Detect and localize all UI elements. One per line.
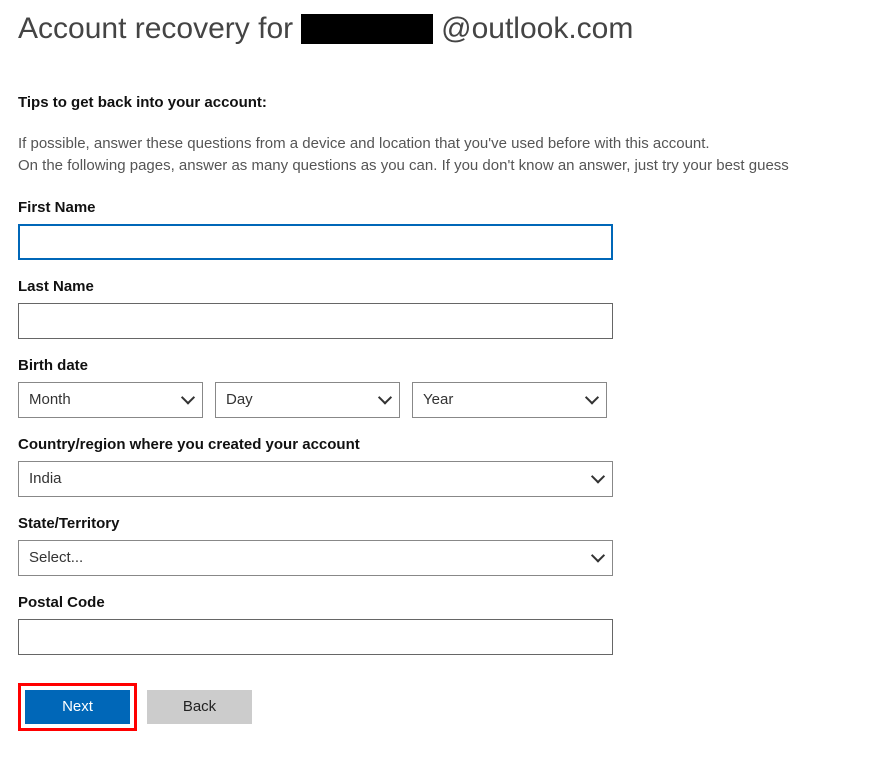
state-label: State/Territory [18, 515, 854, 532]
postal-label: Postal Code [18, 594, 854, 611]
next-button[interactable]: Next [25, 690, 130, 724]
birth-date-label: Birth date [18, 357, 854, 374]
tips-line2: On the following pages, answer as many q… [18, 157, 789, 174]
country-label: Country/region where you created your ac… [18, 436, 854, 453]
tips-text: If possible, answer these questions from… [18, 133, 854, 177]
birth-day-select[interactable]: Day [215, 382, 400, 418]
state-select[interactable]: Select... [18, 540, 613, 576]
last-name-input[interactable] [18, 303, 613, 339]
postal-input[interactable] [18, 619, 613, 655]
last-name-label: Last Name [18, 278, 854, 295]
redacted-email-local [301, 14, 433, 44]
title-prefix: Account recovery for [18, 12, 293, 46]
next-button-highlight: Next [18, 683, 137, 731]
tips-line1: If possible, answer these questions from… [18, 135, 710, 152]
email-suffix: @outlook.com [441, 12, 633, 46]
first-name-input[interactable] [18, 224, 613, 260]
first-name-label: First Name [18, 199, 854, 216]
back-button[interactable]: Back [147, 690, 252, 724]
country-select[interactable]: India [18, 461, 613, 497]
birth-year-select[interactable]: Year [412, 382, 607, 418]
birth-month-select[interactable]: Month [18, 382, 203, 418]
page-title: Account recovery for @outlook.com [18, 12, 854, 46]
tips-heading: Tips to get back into your account: [18, 94, 854, 111]
